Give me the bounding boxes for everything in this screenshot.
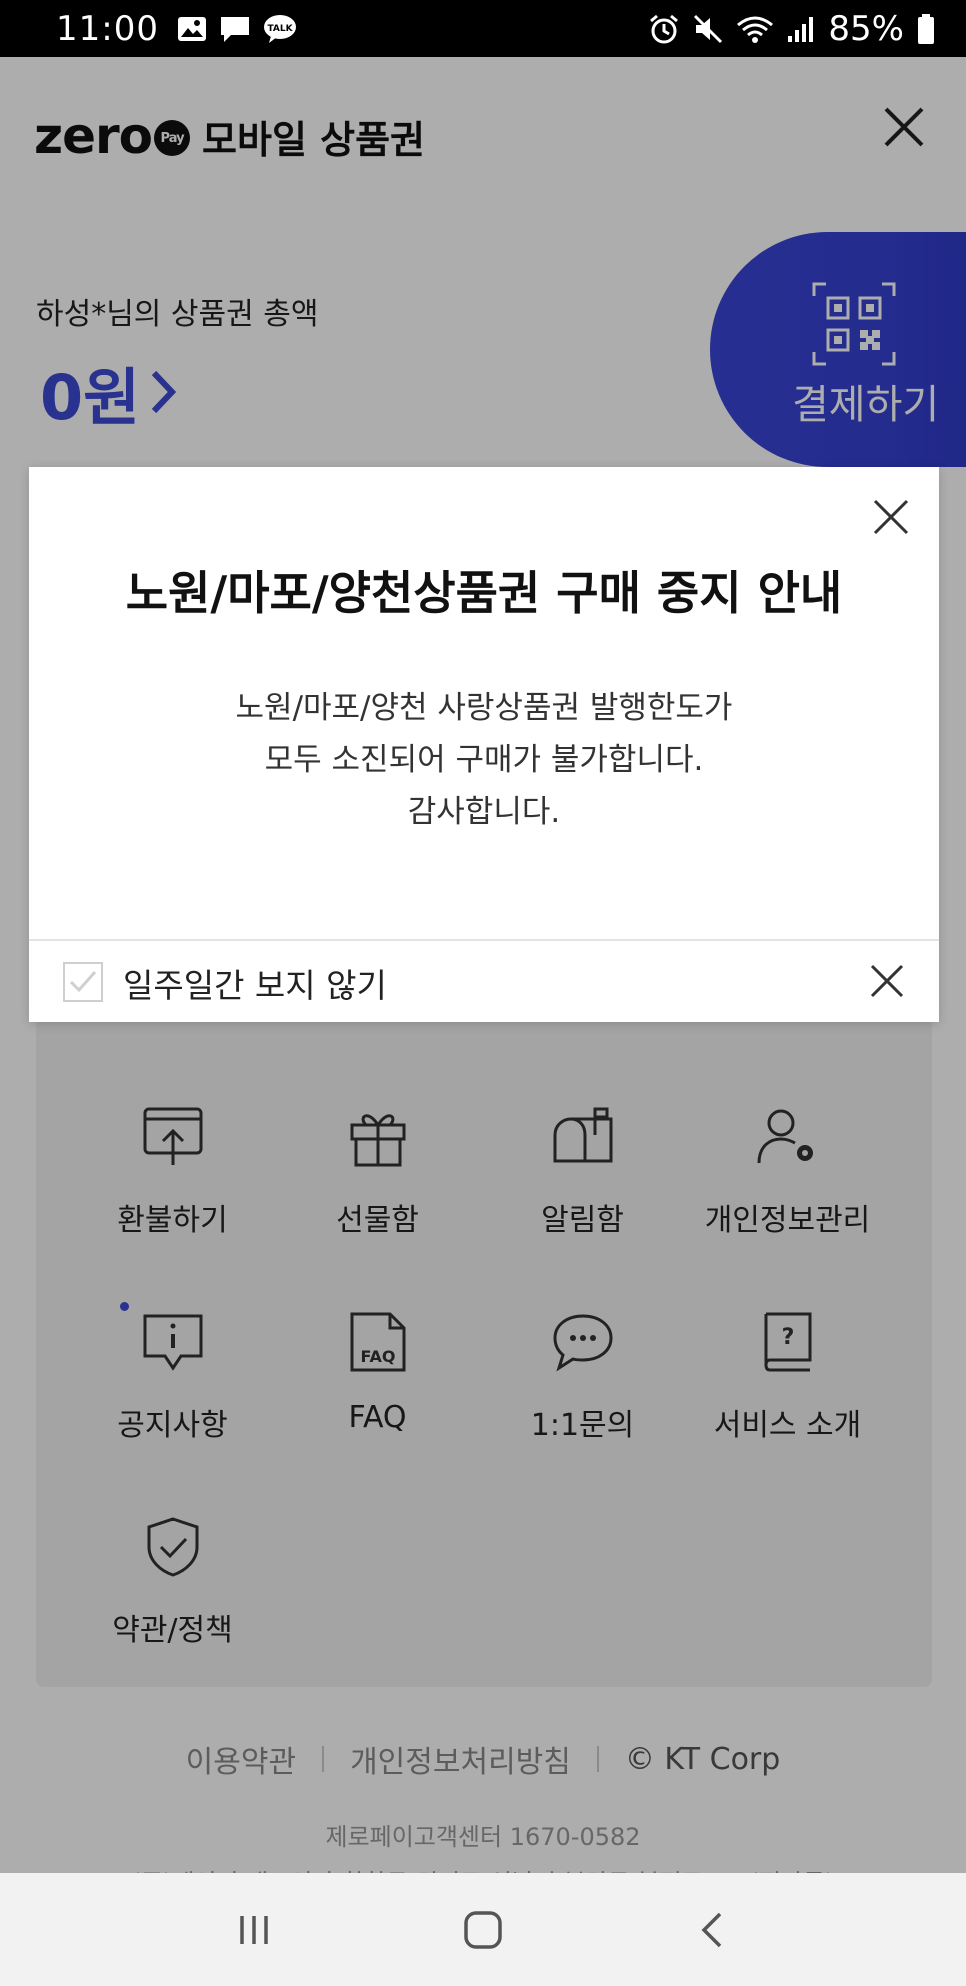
modal-footer: 일주일간 보지 않기 (29, 939, 939, 1022)
modal-body-line: 노원/마포/양천 사랑상품권 발행한도가 (235, 690, 733, 726)
dont-show-checkbox[interactable] (63, 962, 103, 1002)
modal-body-line: 모두 소진되어 구매가 불가합니다. (264, 742, 704, 778)
back-icon[interactable] (692, 1910, 732, 1950)
svg-text:TALK: TALK (267, 24, 293, 34)
recent-apps-icon[interactable] (234, 1910, 274, 1950)
signal-icon (788, 16, 814, 42)
status-time: 11:00 (56, 8, 159, 49)
status-icons-left: TALK (177, 14, 297, 44)
message-icon (220, 16, 249, 42)
modal-close-icon[interactable] (871, 497, 911, 537)
modal-footer-close-icon[interactable] (869, 963, 905, 999)
kakaotalk-icon: TALK (263, 14, 296, 43)
modal-body: 노원/마포/양천 사랑상품권 발행한도가 모두 소진되어 구매가 불가합니다. … (29, 682, 939, 838)
battery-percent: 85% (828, 8, 904, 49)
home-icon[interactable] (462, 1909, 504, 1951)
wifi-icon (737, 16, 774, 43)
status-bar: 11:00 TALK 85% (0, 0, 966, 57)
modal-title: 노원/마포/양천상품권 구매 중지 안내 (125, 566, 843, 620)
notice-modal: 노원/마포/양천상품권 구매 중지 안내 노원/마포/양천 사랑상품권 발행한도… (29, 467, 939, 1022)
battery-icon (918, 13, 934, 44)
system-nav-bar (0, 1873, 966, 1986)
mute-icon (694, 14, 723, 43)
gallery-icon (177, 16, 206, 41)
dont-show-label[interactable]: 일주일간 보지 않기 (123, 959, 387, 1007)
alarm-icon (650, 14, 679, 43)
status-icons-right: 85% (648, 9, 936, 49)
check-icon (69, 971, 97, 993)
modal-body-line: 감사합니다. (407, 794, 561, 830)
